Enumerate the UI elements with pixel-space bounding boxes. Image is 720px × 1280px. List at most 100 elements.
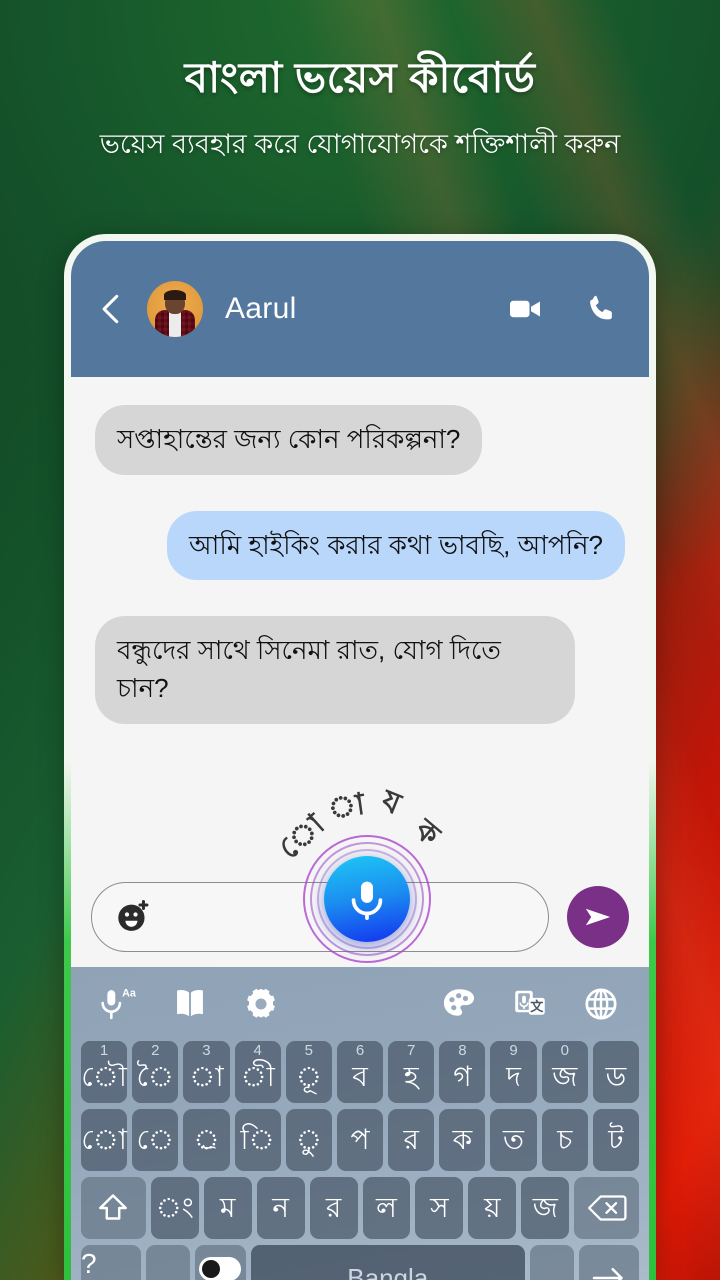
toolbar-mic-spacer — [312, 999, 408, 1009]
promo-header: বাংলা ভয়েস কীবোর্ড ভয়েস ব্যবহার করে যো… — [0, 0, 720, 162]
message-bubble-incoming: সপ্তাহান্তের জন্য কোন পরিকল্পনা? — [95, 405, 483, 475]
voice-typing-icon[interactable]: Aa — [99, 984, 139, 1024]
key-2[interactable]: 2ৈ — [132, 1041, 179, 1103]
key-9[interactable]: 9দ — [490, 1041, 537, 1103]
key-cha[interactable]: চ — [541, 1109, 588, 1171]
key-8[interactable]: 8গ — [439, 1041, 486, 1103]
chat-message-list: সপ্তাহান্তের জন্য কোন পরিকল্পনা? আমি হাই… — [71, 377, 649, 867]
key-6[interactable]: 6ব — [336, 1041, 384, 1103]
phone-call-icon[interactable] — [585, 291, 621, 327]
avatar[interactable] — [147, 281, 203, 337]
period-key[interactable]: . — [529, 1245, 575, 1280]
key-glyph: প — [350, 1124, 370, 1155]
key-ra-row3[interactable]: র — [309, 1177, 358, 1239]
svg-text:文: 文 — [530, 999, 544, 1014]
key-na[interactable]: ন — [256, 1177, 305, 1239]
chat-header-actions — [507, 291, 621, 327]
phone-mockup: Aarul সপ্তাহান্তের জন্য কোন পরিকল্পনা? আ… — [64, 234, 656, 1280]
keyboard: Aa 文 1 ৌ 2 ৈ 3 া 4 ী 5 ূ 6 ব 7 হ 8 গ 9 দ… — [71, 967, 649, 1280]
key-glyph: জ — [552, 1061, 578, 1092]
key-tta[interactable]: ট — [592, 1109, 640, 1171]
key-e-kar[interactable]: ে — [132, 1109, 179, 1171]
key-0[interactable]: 0জ — [541, 1041, 588, 1103]
backspace-key[interactable] — [574, 1177, 639, 1239]
key-ta[interactable]: ত — [490, 1109, 537, 1171]
key-anusvara[interactable]: ং — [150, 1177, 199, 1239]
video-call-icon[interactable] — [507, 291, 543, 327]
page-subtitle: ভয়েস ব্যবহার করে যোগাযোগকে শক্তিশালী কর… — [99, 128, 621, 159]
shift-arrow-icon — [99, 1194, 128, 1220]
key-ka[interactable]: ক — [439, 1109, 486, 1171]
shift-key[interactable] — [81, 1177, 146, 1239]
settings-gear-icon[interactable] — [241, 984, 281, 1024]
language-toggle-key[interactable]: English — [195, 1245, 246, 1280]
key-i-kar[interactable]: ি — [234, 1109, 281, 1171]
key-number: 1 — [99, 1042, 109, 1059]
dictionary-book-icon[interactable] — [170, 984, 210, 1024]
key-glyph: ব — [352, 1061, 368, 1092]
key-glyph: , — [163, 1262, 172, 1280]
key-number: 6 — [355, 1042, 365, 1059]
backspace-icon — [587, 1195, 627, 1221]
key-3[interactable]: 3া — [183, 1041, 230, 1103]
key-4[interactable]: 4ী — [234, 1041, 281, 1103]
key-ja[interactable]: জ — [521, 1177, 570, 1239]
key-glyph: হ — [403, 1061, 419, 1092]
key-glyph: র — [403, 1124, 419, 1155]
language-globe-icon[interactable] — [581, 984, 621, 1024]
key-number: 3 — [202, 1042, 211, 1059]
comma-key[interactable]: , — [145, 1245, 191, 1280]
keyboard-rows: 1ৌ 2ৈ 3া 4ী 5ূ 6ব 7হ 8গ 9দ 0জ ড ো ে ্র ি… — [77, 1041, 643, 1280]
key-number: 0 — [560, 1042, 569, 1059]
back-arrow-icon[interactable] — [93, 290, 131, 328]
enter-arrow-icon — [592, 1268, 623, 1280]
mic-button-circle[interactable] — [324, 856, 410, 942]
key-u-kar[interactable]: ু — [285, 1109, 332, 1171]
key-1[interactable]: 1ৌ — [80, 1041, 128, 1103]
theme-palette-icon[interactable] — [439, 984, 479, 1024]
enter-key[interactable] — [579, 1245, 639, 1280]
key-o-kar[interactable]: ো — [80, 1109, 128, 1171]
avatar-hair — [164, 289, 186, 300]
key-glyph: ন — [272, 1192, 289, 1223]
key-ya[interactable]: য় — [468, 1177, 517, 1239]
key-glyph: র — [325, 1192, 342, 1223]
symbols-key[interactable]: ?123 — [81, 1245, 141, 1280]
key-glyph: দ — [506, 1061, 521, 1092]
message-row: সপ্তাহান্তের জন্য কোন পরিকল্পনা? — [95, 405, 625, 475]
message-input[interactable] — [91, 882, 549, 952]
message-row: আমি হাইকিং করার কথা ভাবছি, আপনি? — [95, 510, 625, 581]
key-glyph: ড — [605, 1061, 627, 1092]
key-sa[interactable]: স — [415, 1177, 464, 1239]
key-7[interactable]: 7হ — [388, 1041, 435, 1103]
key-da[interactable]: ড — [592, 1041, 640, 1103]
key-la[interactable]: ল — [362, 1177, 411, 1239]
key-glyph: ে — [136, 1124, 175, 1155]
key-number: 7 — [407, 1042, 416, 1059]
key-ma[interactable]: ম — [203, 1177, 252, 1239]
key-ra[interactable]: র — [388, 1109, 435, 1171]
key-pa[interactable]: প — [336, 1109, 384, 1171]
keyboard-row-1: 1ৌ 2ৈ 3া 4ী 5ূ 6ব 7হ 8গ 9দ 0জ ড — [80, 1041, 640, 1103]
key-glyph: ্র — [193, 1124, 220, 1155]
key-ro-folla[interactable]: ্র — [183, 1109, 230, 1171]
key-glyph: ম — [219, 1192, 236, 1223]
voice-translate-icon[interactable]: 文 — [510, 984, 550, 1024]
keyboard-row-2: ো ে ্র ি ু প র ক ত চ ট — [80, 1109, 640, 1171]
toggle-switch — [199, 1257, 242, 1280]
contact-name: Aarul — [225, 292, 297, 325]
spacebar-key[interactable]: Bangla — [250, 1245, 525, 1280]
key-glyph: . — [548, 1262, 556, 1280]
chat-header: Aarul — [71, 241, 649, 377]
key-glyph: গ — [453, 1061, 472, 1092]
emoji-add-icon[interactable] — [114, 898, 152, 936]
key-glyph: চ — [557, 1124, 573, 1155]
key-5[interactable]: 5ূ — [285, 1041, 332, 1103]
key-number: 5 — [304, 1042, 313, 1059]
key-glyph: য় — [484, 1192, 501, 1223]
message-bubble-outgoing: আমি হাইকিং করার কথা ভাবছি, আপনি? — [167, 510, 625, 581]
microphone-icon — [351, 881, 383, 920]
send-button[interactable] — [567, 886, 629, 948]
send-icon — [585, 908, 611, 926]
key-glyph: Bangla — [347, 1263, 429, 1280]
